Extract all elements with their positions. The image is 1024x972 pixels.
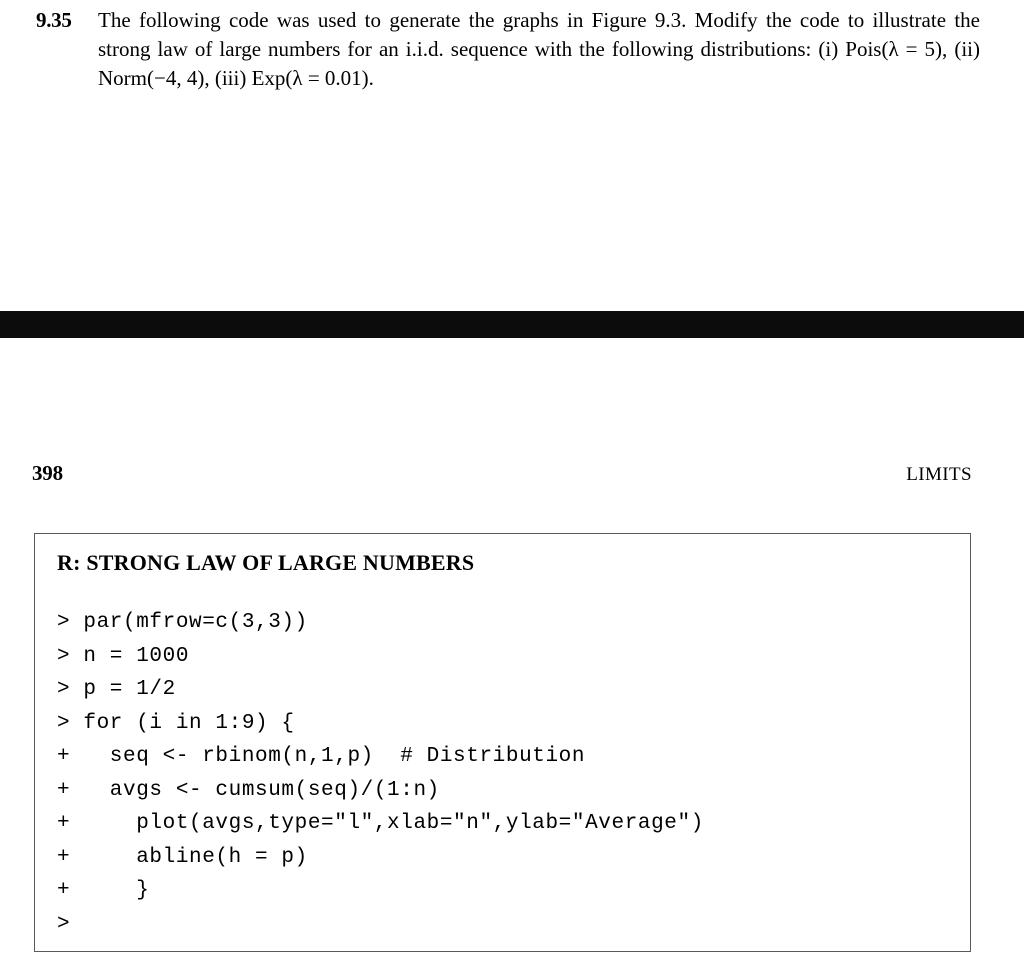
code-listing: > par(mfrow=c(3,3)) > n = 1000 > p = 1/2 > … <box>57 606 970 941</box>
code-line: + abline(h = p) <box>57 845 308 869</box>
page-divider-bar <box>0 311 1024 338</box>
running-head: 398 LIMITS <box>32 461 972 486</box>
code-panel-title: R: STRONG LAW OF LARGE NUMBERS <box>57 550 475 575</box>
code-line: > p = 1/2 <box>57 678 176 701</box>
code-line: > <box>57 912 71 936</box>
code-line: + avgs <- cumsum(seq)/(1:n) <box>57 778 440 802</box>
exercise-text: The following code was used to generate … <box>98 8 980 90</box>
code-line: > for (i in 1:9) { <box>57 711 295 735</box>
code-line: + seq <- rbinom(n,1,p) # Distribution <box>57 745 586 768</box>
code-line: > n = 1000 <box>57 644 190 668</box>
running-head-title: LIMITS <box>906 464 972 485</box>
code-line: + plot(avgs,type="l",xlab="n",ylab="Aver… <box>57 812 704 835</box>
page-number: 398 <box>32 461 63 485</box>
code-line: > par(mfrow=c(3,3)) <box>57 611 308 634</box>
exercise-number: 9.35 <box>36 8 72 32</box>
code-line: + } <box>57 879 150 902</box>
exercise-block: 9.35 The following code was used to gene… <box>36 6 980 93</box>
code-panel: R: STRONG LAW OF LARGE NUMBERS > par(mfr… <box>34 533 971 952</box>
